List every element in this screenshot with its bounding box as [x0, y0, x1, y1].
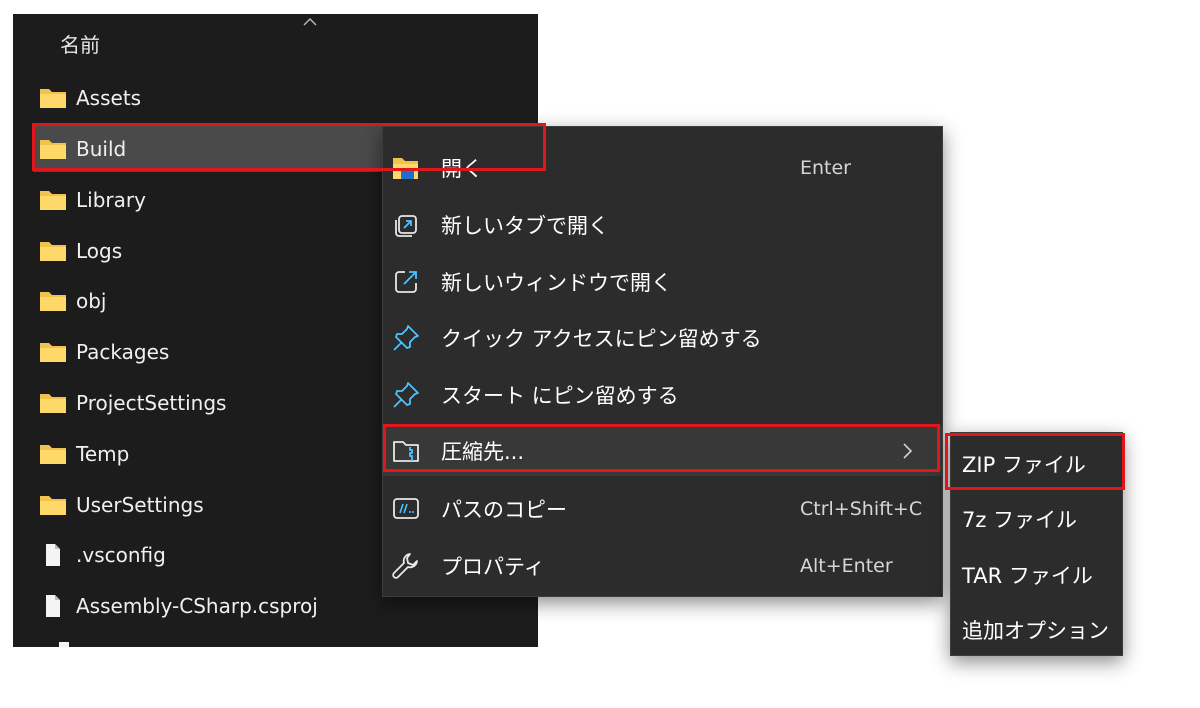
chevron-right-icon: [903, 443, 913, 459]
menu-item-open-new-window[interactable]: 新しいウィンドウで開く: [383, 257, 942, 307]
menu-item-label: 新しいウィンドウで開く: [441, 271, 672, 295]
folder-icon: [39, 86, 67, 110]
folder-icon: [39, 239, 67, 263]
file-row-label: .vsconfig: [76, 543, 166, 567]
folder-icon: [39, 493, 67, 517]
folder-icon: [39, 340, 67, 364]
menu-item-shortcut: Alt+Enter: [800, 555, 893, 577]
file-row-label: obj: [76, 289, 107, 313]
submenu-item-zip[interactable]: ZIP ファイル: [951, 438, 1122, 490]
file-row-label: Assembly-CSharp.csproj: [76, 594, 318, 618]
menu-item-label: プロパティ: [441, 555, 545, 579]
file-row-label: Packages: [76, 340, 170, 364]
menu-item-shortcut: Enter: [800, 157, 851, 179]
file-row-assets[interactable]: Assets: [33, 75, 538, 121]
file-row-label: Assets: [76, 86, 142, 110]
folder-icon: [39, 442, 67, 466]
submenu-item-label: ZIP ファイル: [962, 453, 1086, 477]
submenu-item-label: 追加オプション: [962, 619, 1109, 643]
pin-icon: [391, 380, 421, 410]
wrench-icon: [391, 551, 421, 581]
menu-item-copy-path[interactable]: パスのコピー Ctrl+Shift+C: [383, 484, 942, 534]
compress-submenu: ZIP ファイル 7z ファイル TAR ファイル 追加オプション: [950, 432, 1123, 656]
folder-icon: [39, 137, 67, 161]
menu-item-shortcut: Ctrl+Shift+C: [800, 498, 923, 520]
folder-open-icon: [391, 153, 421, 183]
sort-ascending-icon[interactable]: [301, 16, 319, 28]
menu-item-pin-start[interactable]: スタート にピン留めする: [383, 370, 942, 420]
menu-item-compress-to[interactable]: 圧縮先...: [383, 426, 942, 476]
menu-item-properties[interactable]: プロパティ Alt+Enter: [383, 541, 942, 591]
menu-item-open-new-tab[interactable]: 新しいタブで開く: [383, 200, 942, 250]
submenu-item-more-options[interactable]: 追加オプション: [951, 604, 1122, 656]
column-header-name[interactable]: 名前: [60, 29, 100, 58]
file-row-label: Logs: [76, 239, 123, 263]
file-row-label: UserSettings: [76, 493, 204, 517]
context-menu: 開く Enter 新しいタブで開く 新しいウィンドウで開く クイック アクセスに…: [382, 126, 943, 597]
folder-icon: [39, 289, 67, 313]
copy-path-icon: [391, 494, 421, 524]
folder-icon: [39, 391, 67, 415]
pin-icon: [391, 323, 421, 353]
file-row-label: Build: [76, 137, 127, 161]
file-row-label: Temp: [76, 442, 130, 466]
menu-item-label: クイック アクセスにピン留めする: [441, 327, 762, 351]
menu-item-label: スタート にピン留めする: [441, 384, 679, 408]
menu-item-pin-quick-access[interactable]: クイック アクセスにピン留めする: [383, 313, 942, 363]
file-row-label: ProjectSettings: [76, 391, 227, 415]
new-window-icon: [391, 267, 421, 297]
menu-item-label: 新しいタブで開く: [441, 214, 609, 238]
submenu-item-7z[interactable]: 7z ファイル: [951, 493, 1122, 545]
menu-item-label: 圧縮先...: [441, 440, 525, 464]
menu-item-label: 開く: [441, 157, 483, 181]
submenu-item-label: TAR ファイル: [962, 564, 1093, 588]
file-icon: [59, 642, 69, 647]
new-tab-icon: [391, 210, 421, 240]
submenu-item-label: 7z ファイル: [962, 508, 1078, 532]
submenu-item-tar[interactable]: TAR ファイル: [951, 549, 1122, 601]
folder-icon: [39, 188, 67, 212]
file-row-label: Library: [76, 188, 146, 212]
file-icon: [39, 594, 67, 618]
menu-item-label: パスのコピー: [441, 498, 567, 522]
menu-item-open[interactable]: 開く Enter: [383, 143, 942, 193]
zip-folder-icon: [391, 436, 421, 466]
file-icon: [39, 543, 67, 567]
